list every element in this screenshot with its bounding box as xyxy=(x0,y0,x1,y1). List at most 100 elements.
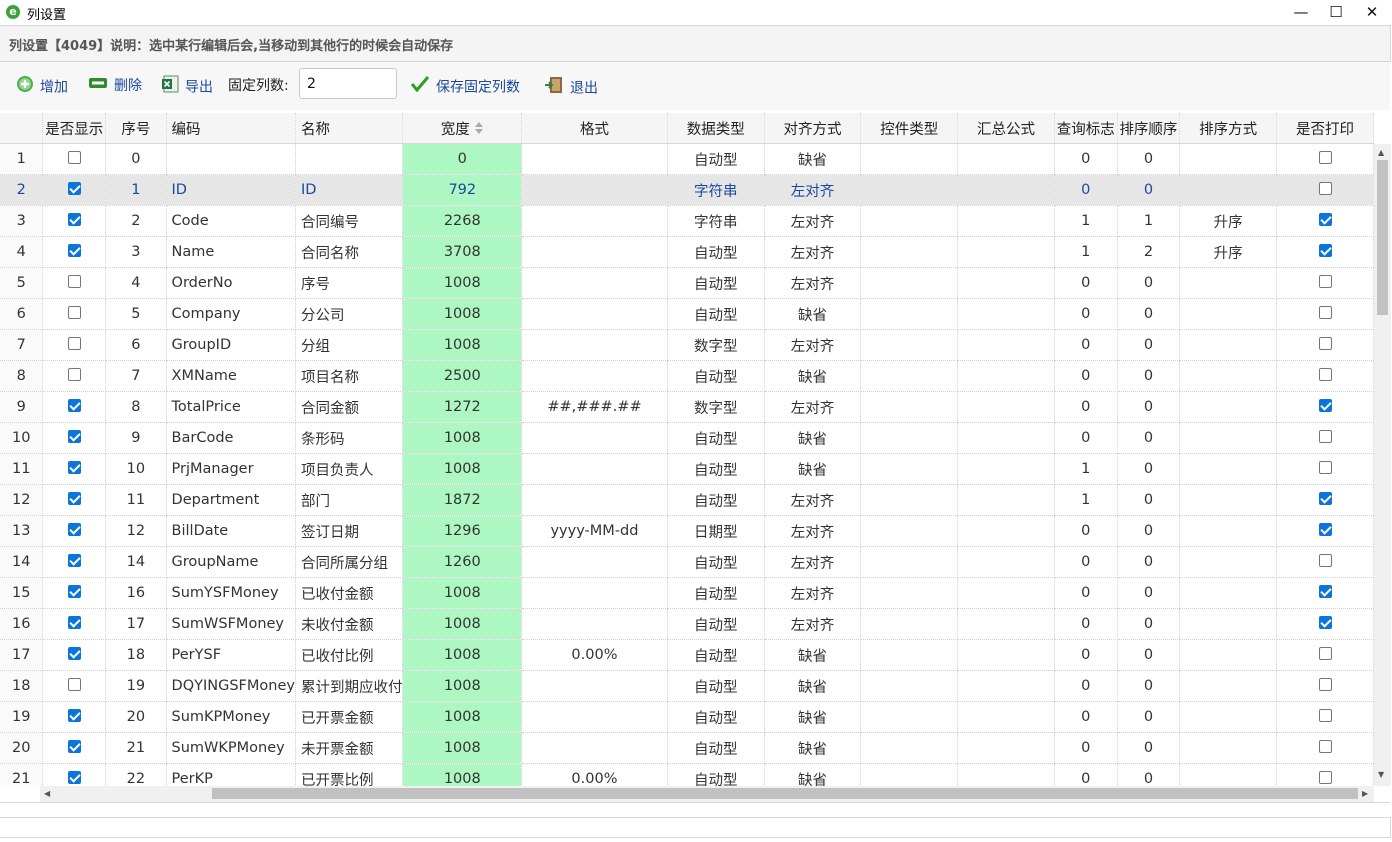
query-flag-cell[interactable]: 0 xyxy=(1054,143,1118,175)
control-type-cell[interactable] xyxy=(860,484,959,516)
align-cell[interactable]: 缺省 xyxy=(764,360,862,392)
seq-cell[interactable]: 11 xyxy=(105,484,167,516)
name-cell[interactable]: 未开票金额 xyxy=(295,732,404,764)
sort-order-cell[interactable]: 0 xyxy=(1117,546,1181,578)
query-flag-cell[interactable]: 0 xyxy=(1054,174,1118,206)
header-name[interactable]: 名称 xyxy=(295,113,404,144)
show-checkbox[interactable] xyxy=(67,677,81,691)
header-control-type[interactable]: 控件类型 xyxy=(860,113,959,144)
format-cell[interactable] xyxy=(521,701,668,733)
header-seq[interactable]: 序号 xyxy=(105,113,167,144)
fixed-columns-input[interactable] xyxy=(299,68,397,99)
code-cell[interactable]: PerYSF xyxy=(166,639,296,671)
print-checkbox[interactable] xyxy=(1318,212,1332,226)
seq-cell[interactable]: 22 xyxy=(105,763,167,786)
header-width[interactable]: 宽度 xyxy=(402,113,523,144)
minimize-button[interactable]: — xyxy=(1281,0,1321,25)
summary-formula-cell[interactable] xyxy=(957,174,1055,206)
control-type-cell[interactable] xyxy=(860,546,959,578)
show-checkbox[interactable] xyxy=(67,150,81,164)
query-flag-cell[interactable]: 0 xyxy=(1054,515,1118,547)
control-type-cell[interactable] xyxy=(860,763,959,786)
sort-method-cell[interactable] xyxy=(1179,360,1278,392)
delete-button[interactable]: 删除 xyxy=(88,75,142,97)
name-cell[interactable]: 合同金额 xyxy=(295,391,404,423)
width-cell[interactable]: 1272 xyxy=(402,391,523,423)
summary-formula-cell[interactable] xyxy=(957,484,1055,516)
header-query-flag[interactable]: 查询标志 xyxy=(1054,113,1118,144)
align-cell[interactable]: 左对齐 xyxy=(764,329,862,361)
table-row[interactable]: 16 17 SumWSFMoney 未收付金额 1008 自动型 左对齐 0 0 xyxy=(0,608,1374,640)
scroll-up-icon[interactable]: ▲ xyxy=(1378,148,1384,157)
header-sort-order[interactable]: 排序顺序 xyxy=(1117,113,1181,144)
control-type-cell[interactable] xyxy=(860,360,959,392)
width-cell[interactable]: 3708 xyxy=(402,236,523,268)
width-cell[interactable]: 1008 xyxy=(402,639,523,671)
sort-method-cell[interactable]: 升序 xyxy=(1179,236,1278,268)
sort-order-cell[interactable]: 0 xyxy=(1117,143,1181,175)
print-checkbox[interactable] xyxy=(1318,398,1332,412)
sort-order-cell[interactable]: 0 xyxy=(1117,639,1181,671)
seq-cell[interactable]: 10 xyxy=(105,453,167,485)
datatype-cell[interactable]: 字符串 xyxy=(667,174,765,206)
name-cell[interactable]: 未收付金额 xyxy=(295,608,404,640)
print-checkbox[interactable] xyxy=(1318,677,1332,691)
table-row[interactable]: 12 11 Department 部门 1872 自动型 左对齐 1 0 xyxy=(0,484,1374,516)
show-checkbox[interactable] xyxy=(67,460,81,474)
scroll-right-icon[interactable]: ▶ xyxy=(1362,789,1368,798)
summary-formula-cell[interactable] xyxy=(957,236,1055,268)
datatype-cell[interactable]: 自动型 xyxy=(667,701,765,733)
exit-button[interactable]: 退出 xyxy=(544,75,598,97)
datatype-cell[interactable]: 日期型 xyxy=(667,515,765,547)
width-cell[interactable]: 1008 xyxy=(402,453,523,485)
summary-formula-cell[interactable] xyxy=(957,608,1055,640)
name-cell[interactable]: 合同名称 xyxy=(295,236,404,268)
name-cell[interactable]: 序号 xyxy=(295,267,404,299)
sort-order-cell[interactable]: 0 xyxy=(1117,453,1181,485)
format-cell[interactable] xyxy=(521,670,668,702)
name-cell[interactable]: 部门 xyxy=(295,484,404,516)
sort-method-cell[interactable] xyxy=(1179,763,1278,786)
control-type-cell[interactable] xyxy=(860,391,959,423)
save-fixed-columns-button[interactable]: 保存固定列数 xyxy=(410,75,520,97)
sort-order-cell[interactable]: 0 xyxy=(1117,670,1181,702)
query-flag-cell[interactable]: 1 xyxy=(1054,453,1118,485)
table-row[interactable]: 15 16 SumYSFMoney 已收付金额 1008 自动型 左对齐 0 0 xyxy=(0,577,1374,609)
table-row[interactable]: 11 10 PrjManager 项目负责人 1008 自动型 缺省 1 0 xyxy=(0,453,1374,485)
query-flag-cell[interactable]: 0 xyxy=(1054,577,1118,609)
table-row[interactable]: 14 14 GroupName 合同所属分组 1260 自动型 左对齐 0 0 xyxy=(0,546,1374,578)
table-row[interactable]: 9 8 TotalPrice 合同金额 1272 ##,###.## 数字型 左对齐 0 0 xyxy=(0,391,1374,423)
name-cell[interactable]: 分组 xyxy=(295,329,404,361)
sort-icon[interactable] xyxy=(474,121,484,139)
code-cell[interactable]: BillDate xyxy=(166,515,296,547)
format-cell[interactable]: yyyy-MM-dd xyxy=(521,515,668,547)
print-checkbox[interactable] xyxy=(1318,243,1332,257)
align-cell[interactable]: 左对齐 xyxy=(764,577,862,609)
width-cell[interactable]: 1008 xyxy=(402,608,523,640)
datatype-cell[interactable]: 自动型 xyxy=(667,546,765,578)
control-type-cell[interactable] xyxy=(860,670,959,702)
sort-method-cell[interactable] xyxy=(1179,639,1278,671)
table-row[interactable]: 17 18 PerYSF 已收付比例 1008 0.00% 自动型 缺省 0 0 xyxy=(0,639,1374,671)
add-button[interactable]: 增加 xyxy=(16,75,68,97)
show-checkbox[interactable] xyxy=(67,274,81,288)
sort-order-cell[interactable]: 0 xyxy=(1117,174,1181,206)
format-cell[interactable] xyxy=(521,453,668,485)
header-summary-formula[interactable]: 汇总公式 xyxy=(957,113,1055,144)
name-cell[interactable]: 已开票比例 xyxy=(295,763,404,786)
sort-order-cell[interactable]: 0 xyxy=(1117,732,1181,764)
sort-order-cell[interactable]: 0 xyxy=(1117,484,1181,516)
code-cell[interactable]: GroupName xyxy=(166,546,296,578)
datatype-cell[interactable]: 自动型 xyxy=(667,484,765,516)
code-cell[interactable]: Department xyxy=(166,484,296,516)
code-cell[interactable]: SumWSFMoney xyxy=(166,608,296,640)
show-checkbox[interactable] xyxy=(67,181,81,195)
summary-formula-cell[interactable] xyxy=(957,422,1055,454)
control-type-cell[interactable] xyxy=(860,639,959,671)
table-row[interactable]: 10 9 BarCode 条形码 1008 自动型 缺省 0 0 xyxy=(0,422,1374,454)
name-cell[interactable]: 分公司 xyxy=(295,298,404,330)
print-checkbox[interactable] xyxy=(1318,336,1332,350)
datatype-cell[interactable]: 数字型 xyxy=(667,391,765,423)
print-checkbox[interactable] xyxy=(1318,460,1332,474)
sort-method-cell[interactable] xyxy=(1179,329,1278,361)
